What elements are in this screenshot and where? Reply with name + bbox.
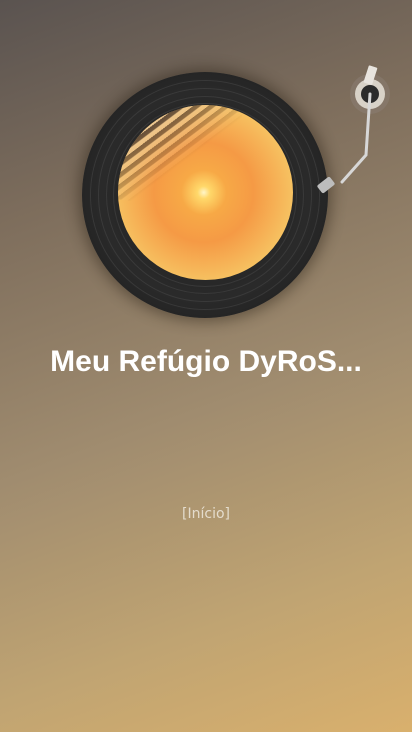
turntable-tonearm-icon[interactable] — [300, 60, 400, 210]
home-link[interactable]: [Início] — [0, 506, 412, 522]
vinyl-record-icon[interactable] — [82, 72, 328, 318]
music-player — [0, 0, 412, 340]
cloud-streaks — [118, 105, 247, 215]
page-title: Meu Refúgio DyRoS... — [50, 345, 362, 378]
album-cover-art — [118, 105, 293, 280]
